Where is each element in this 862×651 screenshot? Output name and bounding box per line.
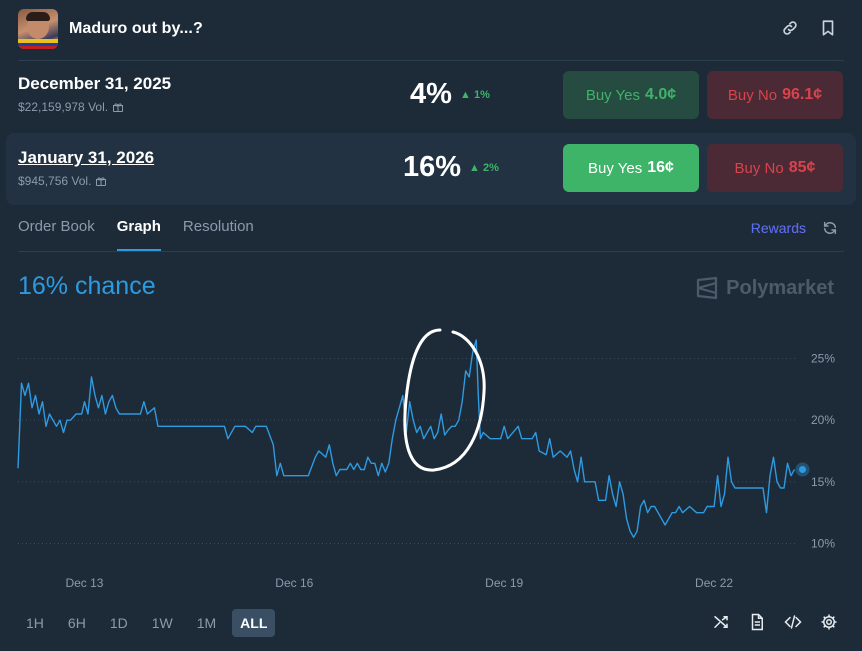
annotation-circle bbox=[403, 328, 486, 472]
market-title: Maduro out by...? bbox=[69, 20, 203, 37]
y-tick-label: 15% bbox=[811, 475, 835, 489]
buy-yes-button[interactable]: Buy Yes 4.0¢ bbox=[563, 71, 699, 119]
range-1w[interactable]: 1W bbox=[144, 609, 181, 637]
refresh-icon[interactable] bbox=[822, 220, 838, 241]
x-tick-label: Dec 16 bbox=[275, 576, 313, 590]
range-1h[interactable]: 1H bbox=[18, 609, 52, 637]
rewards-link[interactable]: Rewards bbox=[751, 220, 806, 236]
buy-no-button[interactable]: Buy No 96.1¢ bbox=[707, 71, 843, 119]
chart-tools bbox=[712, 613, 838, 631]
triangle-up-icon: ▲ bbox=[460, 89, 471, 101]
tab-order-book[interactable]: Order Book bbox=[18, 218, 95, 251]
shuffle-icon[interactable] bbox=[712, 613, 730, 631]
market-volume: $945,756 Vol. bbox=[18, 174, 107, 188]
divider bbox=[18, 251, 844, 252]
y-tick-label: 20% bbox=[811, 413, 835, 427]
embed-code-icon[interactable] bbox=[784, 613, 802, 631]
header: Maduro out by...? bbox=[0, 0, 862, 58]
market-avatar bbox=[18, 9, 58, 49]
x-tick-label: Dec 13 bbox=[65, 576, 103, 590]
tab-graph[interactable]: Graph bbox=[116, 218, 161, 251]
buy-yes-button[interactable]: Buy Yes 16¢ bbox=[563, 144, 699, 192]
link-icon[interactable] bbox=[780, 17, 800, 39]
y-tick-label: 25% bbox=[811, 352, 835, 366]
x-tick-label: Dec 22 bbox=[695, 576, 733, 590]
settings-gear-icon[interactable] bbox=[820, 613, 838, 631]
gift-icon bbox=[96, 177, 107, 186]
market-volume: $22,159,978 Vol. bbox=[18, 100, 124, 114]
market-percent: 16% bbox=[403, 151, 462, 183]
time-range-selector: 1H 6H 1D 1W 1M ALL bbox=[18, 609, 276, 637]
x-tick-label: Dec 19 bbox=[485, 576, 523, 590]
buy-no-button[interactable]: Buy No 85¢ bbox=[707, 144, 843, 192]
gift-icon bbox=[113, 103, 124, 112]
market-date: January 31, 2026 bbox=[18, 148, 155, 167]
y-tick-label: 10% bbox=[811, 537, 835, 551]
range-1m[interactable]: 1M bbox=[189, 609, 224, 637]
range-all[interactable]: ALL bbox=[232, 609, 276, 637]
polymarket-logo-icon bbox=[697, 276, 718, 300]
market-change: ▲ 2% bbox=[469, 162, 499, 174]
triangle-up-icon: ▲ bbox=[469, 162, 480, 174]
divider bbox=[18, 60, 844, 61]
market-percent: 4% bbox=[410, 78, 452, 110]
market-date: December 31, 2025 bbox=[18, 74, 172, 93]
price-chart[interactable]: 25% 20% 15% 10% Dec 13 Dec 16 Dec 19 Dec 22 bbox=[0, 300, 862, 600]
chance-label: 16% chance bbox=[18, 272, 156, 300]
current-point bbox=[799, 466, 807, 473]
range-6h[interactable]: 6H bbox=[60, 609, 94, 637]
tab-bar: Order Book Graph Resolution bbox=[18, 218, 276, 251]
market-change: ▲ 1% bbox=[460, 89, 490, 101]
market-row-dec-31[interactable]: December 31, 2025 $22,159,978 Vol. 4% ▲ … bbox=[0, 64, 862, 132]
tab-resolution[interactable]: Resolution bbox=[183, 218, 254, 251]
market-row-jan-31[interactable]: January 31, 2026 $945,756 Vol. 16% ▲ 2% … bbox=[6, 133, 856, 205]
bookmark-icon[interactable] bbox=[818, 17, 838, 39]
polymarket-brand: Polymarket bbox=[696, 276, 834, 300]
range-1d[interactable]: 1D bbox=[102, 609, 136, 637]
document-icon[interactable] bbox=[748, 613, 766, 631]
